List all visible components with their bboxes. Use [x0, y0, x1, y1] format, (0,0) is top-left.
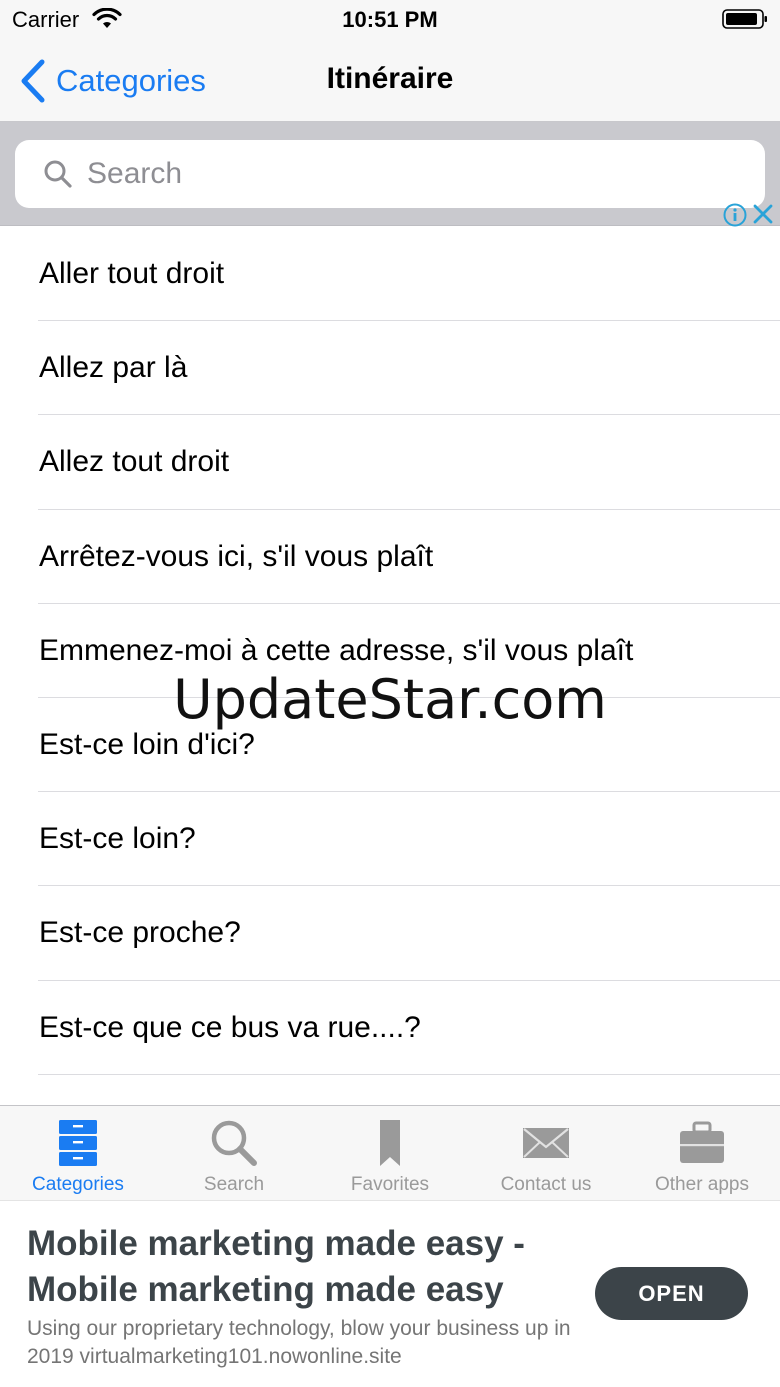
ad-headline[interactable]: Mobile marketing made easy - Mobile mark… — [27, 1221, 587, 1313]
list-item[interactable]: Arrêtez-vous ici, s'il vous plaît — [0, 510, 780, 604]
list-item[interactable]: Est-ce loin d'ici? — [0, 698, 780, 793]
list-item[interactable]: Aller tout droit — [0, 227, 780, 322]
ad-body[interactable]: Using our proprietary technology, blow y… — [27, 1315, 587, 1371]
search-field[interactable] — [15, 140, 765, 208]
tab-contact-us[interactable]: Contact us — [468, 1106, 624, 1200]
envelope-icon — [523, 1128, 569, 1158]
tab-bar: Categories Search Favorites Contact us O… — [0, 1105, 780, 1200]
tab-label: Categories — [32, 1174, 124, 1195]
search-input[interactable] — [87, 157, 727, 191]
cabinet-icon — [59, 1120, 97, 1166]
ad-banner[interactable]: Mobile marketing made easy - Mobile mark… — [0, 1200, 780, 1387]
battery-icon — [722, 9, 767, 29]
list-item[interactable]: Est-ce loin? — [0, 792, 780, 887]
tab-categories[interactable]: Categories — [0, 1106, 156, 1200]
list-item[interactable]: Est-ce proche? — [0, 886, 780, 981]
bookmark-icon — [380, 1120, 400, 1166]
tab-search[interactable]: Search — [156, 1106, 312, 1200]
briefcase-icon — [680, 1121, 724, 1163]
tab-label: Other apps — [655, 1174, 749, 1195]
tab-label: Search — [203, 1174, 265, 1195]
search-bar — [0, 122, 780, 226]
status-time: 10:51 PM — [342, 7, 438, 32]
magnifier-icon — [211, 1120, 257, 1166]
status-bar: Carrier 10:51 PM — [0, 0, 780, 40]
tab-other-apps[interactable]: Other apps — [624, 1106, 780, 1200]
tab-label: Favorites — [350, 1174, 430, 1195]
navigation-bar: Categories Itinéraire — [0, 40, 780, 122]
list-item[interactable]: Est-ce que ce bus va rue....? — [0, 981, 780, 1075]
page-title: Itinéraire — [326, 62, 454, 95]
tab-favorites[interactable]: Favorites — [312, 1106, 468, 1200]
close-icon[interactable] — [752, 203, 774, 225]
list-item[interactable]: Allez par là — [0, 321, 780, 416]
list-item[interactable]: Emmenez-moi à cette adresse, s'il vous p… — [0, 604, 780, 699]
tab-label: Contact us — [500, 1174, 592, 1195]
info-icon[interactable] — [723, 203, 747, 227]
list-item[interactable]: Allez tout droit — [0, 415, 780, 510]
search-icon — [44, 160, 72, 188]
ad-open-button[interactable]: OPEN — [595, 1267, 748, 1320]
phrase-list: Aller tout droit Allez par là Allez tout… — [0, 227, 780, 1105]
